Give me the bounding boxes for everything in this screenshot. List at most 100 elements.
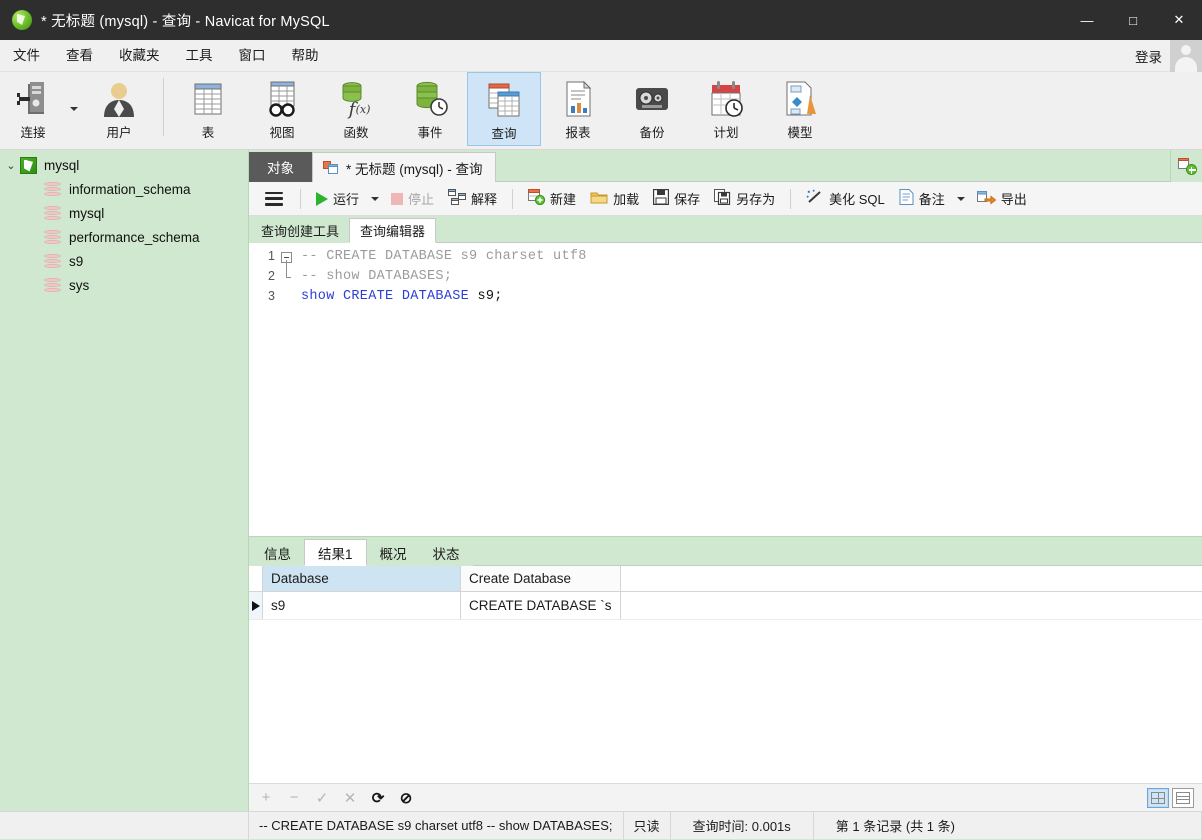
toolbar-button-connection[interactable]: 连接 bbox=[0, 72, 66, 146]
tab-strip-empty-area bbox=[495, 152, 1170, 182]
save-button[interactable]: 保存 bbox=[647, 186, 706, 212]
sidebar-item-performance-schema[interactable]: performance_schema bbox=[0, 225, 248, 249]
tab-objects[interactable]: 对象 bbox=[249, 152, 312, 182]
delete-record-icon[interactable]: − bbox=[287, 789, 301, 806]
toolbar-divider bbox=[790, 188, 792, 209]
comment-dropdown-button[interactable] bbox=[953, 186, 969, 212]
query-toolbar: 运行 停止 解释 新建 加载 保存 另存为 美化 SQL 备注 导出 bbox=[249, 182, 1202, 216]
toolbar-button-query[interactable]: 查询 bbox=[467, 72, 541, 146]
menu-item-view[interactable]: 查看 bbox=[53, 40, 106, 72]
add-record-icon[interactable]: + bbox=[259, 789, 273, 806]
grid-cell-create-database[interactable]: CREATE DATABASE `s bbox=[461, 592, 621, 619]
comment-icon bbox=[899, 189, 914, 208]
menu-item-tools[interactable]: 工具 bbox=[173, 40, 226, 72]
new-query-label: 新建 bbox=[550, 192, 577, 207]
sidebar-db-label: sys bbox=[69, 277, 90, 293]
new-query-icon bbox=[528, 189, 546, 208]
beautify-sql-button[interactable]: 美化 SQL bbox=[800, 186, 891, 212]
maximize-icon[interactable]: □ bbox=[1110, 0, 1156, 40]
menu-item-window[interactable]: 窗口 bbox=[226, 40, 279, 72]
query-menu-button[interactable] bbox=[257, 186, 291, 212]
explain-button[interactable]: 解释 bbox=[442, 186, 503, 212]
toolbar-button-schedule[interactable]: 计划 bbox=[689, 72, 763, 146]
minimize-icon[interactable]: ― bbox=[1064, 0, 1110, 40]
menu-item-favorites[interactable]: 收藏夹 bbox=[106, 40, 173, 72]
chevron-down-icon[interactable]: ⌄ bbox=[2, 159, 20, 172]
run-dropdown-button[interactable] bbox=[367, 186, 383, 212]
connection-dropdown-button[interactable] bbox=[66, 72, 82, 146]
sidebar-item-connection-mysql[interactable]: ⌄ mysql bbox=[0, 153, 248, 177]
toolbar-button-table[interactable]: 表 bbox=[171, 72, 245, 146]
comment-button[interactable]: 备注 bbox=[893, 186, 951, 212]
sidebar-db-label: information_schema bbox=[69, 181, 191, 197]
code-identifier: s9; bbox=[477, 289, 503, 304]
result-tab-empty-area bbox=[472, 539, 1202, 566]
code-text: -- show DATABASES; bbox=[301, 269, 453, 284]
grid-empty-area bbox=[249, 620, 1202, 783]
refresh-icon[interactable]: ⟳ bbox=[371, 789, 385, 807]
login-button[interactable]: 登录 bbox=[1135, 46, 1162, 66]
table-icon bbox=[188, 78, 228, 120]
event-icon bbox=[410, 78, 450, 120]
tab-result-1[interactable]: 结果1 bbox=[304, 539, 367, 566]
tab-profile[interactable]: 概况 bbox=[367, 539, 420, 566]
cancel-change-icon[interactable]: ✕ bbox=[343, 789, 357, 807]
chevron-down-icon bbox=[956, 196, 965, 201]
toolbar-button-model[interactable]: 模型 bbox=[763, 72, 837, 146]
tab-status[interactable]: 状态 bbox=[420, 539, 473, 566]
main-toolbar: 连接 用户 表 视图 f (x) 函数 事件 查询 报表 备份 计划 模型 bbox=[0, 72, 1202, 150]
toolbar-button-user[interactable]: 用户 bbox=[82, 72, 156, 146]
toolbar-label-event: 事件 bbox=[417, 126, 443, 140]
toolbar-label-model: 模型 bbox=[787, 126, 813, 140]
new-query-tab-button[interactable] bbox=[1170, 150, 1202, 182]
function-icon: f (x) bbox=[336, 78, 376, 120]
toolbar-label-connection: 连接 bbox=[20, 126, 46, 140]
connection-green-icon bbox=[20, 156, 37, 174]
sidebar-item-sys[interactable]: sys bbox=[0, 273, 248, 297]
run-label: 运行 bbox=[333, 192, 360, 207]
tab-info[interactable]: 信息 bbox=[251, 539, 304, 566]
status-readonly-badge: 只读 bbox=[624, 811, 671, 840]
tab-query-label: * 无标题 (mysql) - 查询 bbox=[346, 161, 483, 177]
grid-column-header-create-database[interactable]: Create Database bbox=[461, 566, 621, 591]
form-view-icon[interactable] bbox=[1172, 788, 1194, 808]
sidebar-item-s9[interactable]: s9 bbox=[0, 249, 248, 273]
run-button[interactable]: 运行 bbox=[310, 186, 365, 212]
tab-query-editor[interactable]: 查询编辑器 bbox=[349, 218, 437, 243]
chevron-down-icon bbox=[70, 107, 78, 111]
save-as-button[interactable]: 另存为 bbox=[708, 186, 781, 212]
toolbar-button-view[interactable]: 视图 bbox=[245, 72, 319, 146]
user-avatar-icon[interactable] bbox=[1170, 40, 1202, 72]
toolbar-button-function[interactable]: f (x) 函数 bbox=[319, 72, 393, 146]
connection-tree-sidebar: ⌄ mysql information_schema mysql perform… bbox=[0, 150, 249, 811]
sidebar-item-mysql[interactable]: mysql bbox=[0, 201, 248, 225]
toolbar-button-backup[interactable]: 备份 bbox=[615, 72, 689, 146]
export-button[interactable]: 导出 bbox=[971, 186, 1033, 212]
stop-loading-icon[interactable]: ⊘ bbox=[399, 789, 413, 807]
status-bar-left-spacer bbox=[0, 811, 249, 840]
tab-query-builder[interactable]: 查询创建工具 bbox=[251, 218, 350, 243]
new-query-button[interactable]: 新建 bbox=[522, 186, 582, 212]
status-record-count: 第 1 条记录 (共 1 条) bbox=[814, 811, 1202, 840]
menu-item-file[interactable]: 文件 bbox=[0, 40, 53, 72]
table-row[interactable]: s9 CREATE DATABASE `s bbox=[249, 592, 1202, 620]
grid-column-header-database[interactable]: Database bbox=[263, 566, 461, 591]
load-button[interactable]: 加载 bbox=[584, 186, 645, 212]
stop-button[interactable]: 停止 bbox=[385, 186, 440, 212]
status-query-time: 查询时间: 0.001s bbox=[671, 811, 814, 840]
model-icon bbox=[780, 78, 820, 120]
query-tab-icon bbox=[323, 160, 339, 175]
menu-item-help[interactable]: 帮助 bbox=[279, 40, 332, 72]
toolbar-label-query: 查询 bbox=[491, 127, 517, 141]
toolbar-button-report[interactable]: 报表 bbox=[541, 72, 615, 146]
toolbar-button-event[interactable]: 事件 bbox=[393, 72, 467, 146]
close-icon[interactable]: ✕ bbox=[1156, 0, 1202, 40]
grid-view-icon[interactable] bbox=[1147, 788, 1169, 808]
sql-editor[interactable]: 1 -- CREATE DATABASE s9 charset utf8 2 -… bbox=[249, 243, 1202, 536]
tab-query-untitled[interactable]: * 无标题 (mysql) - 查询 bbox=[312, 152, 496, 182]
current-row-arrow-icon bbox=[249, 592, 263, 619]
apply-change-icon[interactable]: ✓ bbox=[315, 789, 329, 807]
explain-icon bbox=[448, 189, 467, 208]
sidebar-item-information-schema[interactable]: information_schema bbox=[0, 177, 248, 201]
grid-cell-database[interactable]: s9 bbox=[263, 592, 461, 619]
